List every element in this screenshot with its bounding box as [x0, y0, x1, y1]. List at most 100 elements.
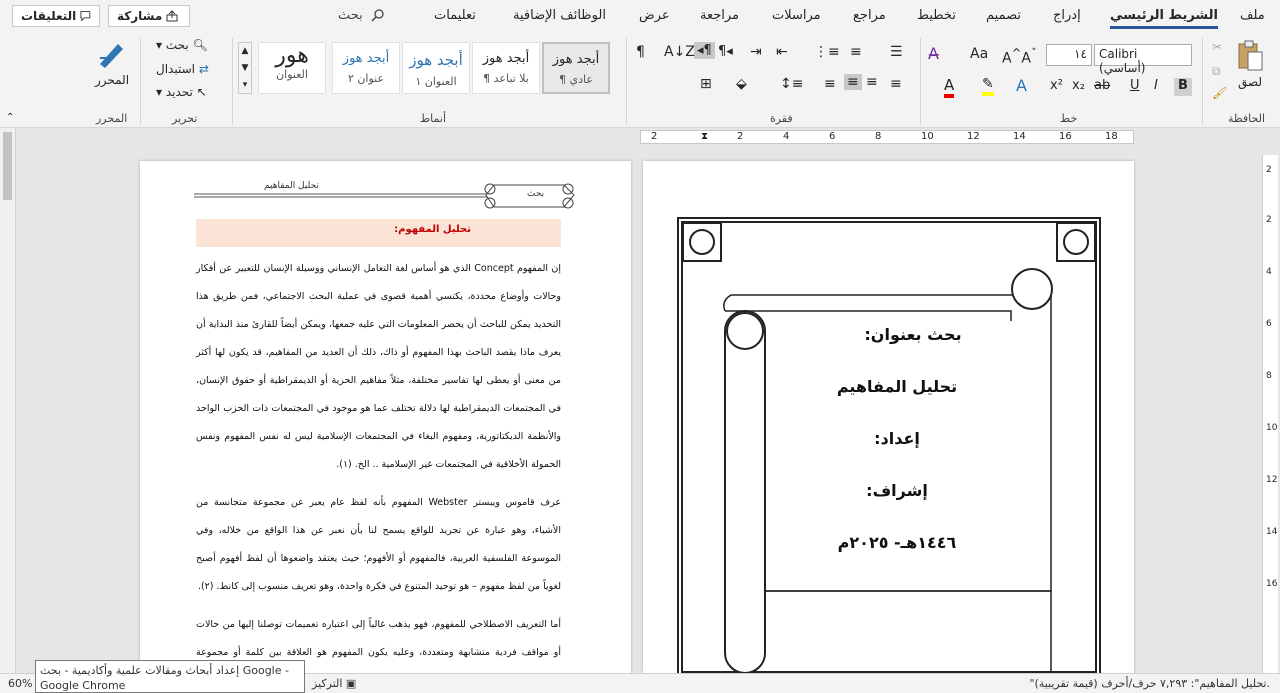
strikethrough-button[interactable]: ab	[1094, 78, 1110, 93]
ltr-icon[interactable]: ¶◂	[718, 44, 733, 59]
horizontal-ruler[interactable]: 2 ⧗ 2 4 6 8 10 12 14 16 18	[640, 130, 1134, 144]
select-button[interactable]: ▾ تحديد ↖	[156, 85, 207, 99]
zoom-level[interactable]: 60%	[8, 677, 32, 690]
bold-button[interactable]: B	[1174, 78, 1192, 96]
vruler-mark: 12	[1266, 475, 1278, 485]
collapse-ribbon-icon[interactable]: ⌃	[6, 112, 14, 123]
group-label-paragraph: فقرة	[770, 112, 793, 125]
font-name-value: Calibri (أساسي)	[1099, 47, 1146, 75]
subscript-button[interactable]: x₂	[1072, 78, 1085, 93]
multilevel-list-icon[interactable]: ⋮≡	[814, 44, 840, 60]
tab-design[interactable]: تصميم	[986, 8, 1021, 23]
ruler-mark: 14	[1013, 131, 1026, 142]
font-color-icon[interactable]: A	[944, 76, 955, 98]
sort-icon[interactable]: A↓Z	[664, 44, 695, 60]
vruler-mark: 6	[1266, 319, 1272, 329]
format-painter-icon[interactable]: 🖌	[1212, 86, 1227, 100]
style-normal[interactable]: أبجد هوز ¶ عادي	[542, 42, 610, 94]
share-button[interactable]: مشاركة	[108, 5, 190, 27]
align-center-icon[interactable]: ≡	[866, 74, 878, 90]
editor-button[interactable]: المحرر	[92, 38, 132, 87]
bullets-icon[interactable]: ☰	[890, 44, 903, 60]
header-title-right: تحليل المفاهيم	[264, 181, 319, 191]
decrease-indent-icon[interactable]: ⇤	[776, 44, 788, 60]
tab-references[interactable]: مراجع	[853, 8, 886, 23]
vertical-ruler: 2 2 4 6 8 10 12 14 16	[1262, 155, 1278, 673]
shading-icon[interactable]: ⬙	[736, 76, 747, 92]
ruler-mark: 10	[921, 131, 934, 142]
tab-help[interactable]: تعليمات	[434, 8, 476, 23]
justify-icon[interactable]: ≡	[824, 76, 836, 92]
group-label-editing: تحرير	[172, 112, 198, 125]
ribbon-tabs: ملف الشريط الرئيسي إدراج تصميم تخطيط مرا…	[0, 0, 1280, 34]
paragraph-1: إن المفهوم Concept الذي هو أساس لغة التع…	[196, 263, 562, 470]
focus-mode-button[interactable]: التركيز ▣	[312, 677, 356, 690]
separator	[232, 38, 233, 124]
copy-icon[interactable]: ⧉	[1212, 64, 1221, 79]
font-size-combo[interactable]: ١٤	[1046, 44, 1092, 66]
tab-layout[interactable]: تخطيط	[917, 8, 956, 23]
align-right-icon[interactable]: ≡	[890, 76, 902, 92]
style-heading2[interactable]: أبجد هوز عنوان ٢	[332, 42, 400, 94]
word-count[interactable]: "تحليل المفاهيم": ٧,٢٩٣ حرف/أحرف (قيمة ت…	[1029, 677, 1270, 690]
font-name-combo[interactable]: Calibri (أساسي)	[1094, 44, 1192, 75]
find-button[interactable]: ▾ بحث 🔍︎	[156, 38, 208, 52]
italic-button[interactable]: I	[1154, 78, 1158, 93]
style-title[interactable]: هور العنوان	[258, 42, 326, 94]
paste-button[interactable]: لصق	[1236, 40, 1264, 89]
cover-prepared-by: إعداد:	[874, 429, 920, 448]
find-label: بحث	[165, 38, 189, 52]
document-page-1[interactable]: بحث بعنوان: تحليل المفاهيم إعداد: إشراف:…	[643, 161, 1134, 673]
style-no-spacing[interactable]: أبجد هوز ¶ بلا تباعد	[472, 42, 540, 94]
tab-view[interactable]: عرض	[639, 8, 670, 23]
ruler-indent-marker[interactable]: ⧗	[701, 131, 708, 142]
replace-button[interactable]: استبدال ⇄	[156, 62, 209, 76]
styles-scroll[interactable]: ▲ ▼ ▾	[238, 42, 252, 94]
header-ornament	[194, 183, 575, 209]
cover-supervisor: إشراف:	[866, 481, 928, 500]
style-name: ¶ بلا تباعد	[483, 72, 529, 85]
superscript-button[interactable]: x²	[1050, 78, 1063, 93]
focus-label: التركيز	[312, 677, 343, 690]
tab-insert[interactable]: إدراج	[1053, 8, 1081, 23]
align-left-icon[interactable]: ≡	[844, 74, 862, 90]
ruler-mark: 18	[1105, 131, 1118, 142]
font-size-value: ١٤	[1074, 47, 1087, 61]
tab-review[interactable]: مراجعة	[700, 8, 739, 23]
search-label: بحث	[338, 8, 363, 23]
highlight-icon[interactable]: ✎	[982, 76, 994, 96]
tab-addins[interactable]: الوظائف الإضافية	[513, 8, 606, 23]
clear-formatting-icon[interactable]: A̶	[928, 44, 939, 63]
borders-icon[interactable]: ⊞	[700, 76, 712, 92]
style-preview: هور	[275, 43, 309, 68]
rtl-icon[interactable]: ◂¶	[694, 42, 715, 59]
group-label-editor: المحرر	[96, 112, 128, 125]
increase-indent-icon[interactable]: ⇥	[750, 44, 762, 60]
tab-home[interactable]: الشريط الرئيسي	[1110, 8, 1218, 29]
show-marks-icon[interactable]: ¶	[636, 44, 645, 60]
vertical-scrollbar[interactable]	[0, 128, 16, 673]
text-effects-icon[interactable]: A	[1016, 76, 1027, 95]
change-case-icon[interactable]: Aa	[970, 46, 988, 62]
tab-mailings[interactable]: مراسلات	[772, 8, 821, 23]
tab-file[interactable]: ملف	[1240, 8, 1265, 23]
ruler-mark: 16	[1059, 131, 1072, 142]
scroll-thumb[interactable]	[3, 132, 12, 200]
editor-icon	[100, 44, 123, 68]
numbering-icon[interactable]: ≡	[850, 44, 862, 60]
document-page-2[interactable]: بحث تحليل المفاهيم تحليل المفهوم: إن الم…	[140, 161, 631, 673]
group-label-clipboard: الحافظة	[1228, 112, 1266, 125]
separator	[1202, 38, 1203, 124]
grow-font-icon[interactable]: A^Aˇ	[1002, 46, 1037, 67]
line-spacing-icon[interactable]: ↕≡	[780, 76, 803, 92]
vruler-mark: 16	[1266, 579, 1278, 589]
underline-button[interactable]: U	[1130, 78, 1140, 93]
tell-me-search[interactable]: بحث	[338, 8, 385, 23]
focus-icon: ▣	[345, 677, 357, 690]
cut-icon[interactable]: ✂	[1212, 40, 1222, 54]
vruler-mark: 14	[1266, 527, 1278, 537]
style-name: ¶ عادي	[559, 73, 593, 86]
share-icon	[166, 10, 178, 22]
style-heading1[interactable]: أبجد هوز العنوان ١	[402, 42, 470, 94]
comments-button[interactable]: التعليقات	[12, 5, 100, 27]
